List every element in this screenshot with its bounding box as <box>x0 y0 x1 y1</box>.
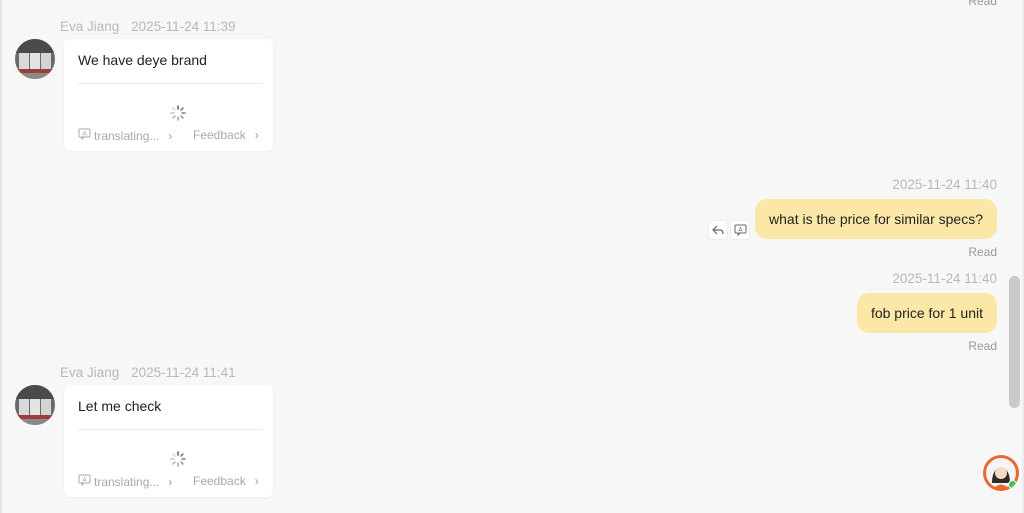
svg-text:A: A <box>82 477 87 484</box>
incoming-message: Eva Jiang 2025-11-24 11:41 Let me check <box>0 365 300 505</box>
outgoing-message: 2025-11-24 11:40 fob price for 1 unit Re… <box>856 271 997 353</box>
message-time: 2025-11-24 11:40 <box>892 177 997 192</box>
translation-status: translating... <box>94 474 160 489</box>
svg-text:A: A <box>738 227 743 234</box>
chevron-right-icon: › <box>254 128 259 142</box>
message-meta: Eva Jiang 2025-11-24 11:39 <box>60 19 236 34</box>
message-tools: A <box>709 221 749 239</box>
feedback-label: Feedback <box>193 128 246 142</box>
scrollbar-thumb[interactable] <box>1009 276 1020 408</box>
message-bubble[interactable]: fob price for 1 unit <box>856 293 997 333</box>
chevron-right-icon: › <box>168 128 173 143</box>
message-status-read: Read <box>968 0 997 8</box>
translate-icon: A <box>78 128 91 143</box>
message-card: Let me check A translating... › Feedback… <box>64 385 273 497</box>
feedback-button[interactable]: Feedback › <box>193 128 259 142</box>
message-card: We have deye brand A translating... › Fe… <box>64 39 273 151</box>
loading-spinner-icon <box>170 105 186 121</box>
divider <box>78 429 263 430</box>
translation-status: translating... <box>94 128 160 143</box>
message-time: 2025-11-24 11:40 <box>892 271 997 286</box>
translation-button[interactable]: A translating... › <box>78 474 172 489</box>
message-time: 2025-11-24 11:41 <box>131 365 236 380</box>
assistant-button[interactable] <box>983 455 1019 491</box>
sender-name: Eva Jiang <box>60 365 120 380</box>
loading-spinner-icon <box>170 451 186 467</box>
message-meta: Eva Jiang 2025-11-24 11:41 <box>60 365 236 380</box>
sender-name: Eva Jiang <box>60 19 120 34</box>
outgoing-message: 2025-11-24 11:40 what is the price for s… <box>755 177 997 259</box>
online-status-dot <box>1008 480 1017 489</box>
feedback-button[interactable]: Feedback › <box>193 474 259 488</box>
incoming-message: Eva Jiang 2025-11-24 11:39 We have deye … <box>0 19 300 159</box>
message-status-read: Read <box>968 245 997 259</box>
divider <box>78 83 263 84</box>
svg-text:A: A <box>82 131 87 138</box>
message-text: Let me check <box>78 398 162 414</box>
chevron-right-icon: › <box>254 474 259 488</box>
translation-button[interactable]: A translating... › <box>78 128 172 143</box>
translate-icon: A <box>78 474 91 489</box>
reply-arrow-icon[interactable] <box>709 221 727 239</box>
feedback-label: Feedback <box>193 474 246 488</box>
message-time: 2025-11-24 11:39 <box>131 19 236 34</box>
avatar[interactable] <box>15 39 55 79</box>
avatar[interactable] <box>15 385 55 425</box>
message-status-read: Read <box>968 339 997 353</box>
translate-icon[interactable]: A <box>731 221 749 239</box>
chevron-right-icon: › <box>168 474 173 489</box>
message-text: We have deye brand <box>78 52 207 68</box>
message-bubble[interactable]: what is the price for similar specs? <box>755 199 997 239</box>
